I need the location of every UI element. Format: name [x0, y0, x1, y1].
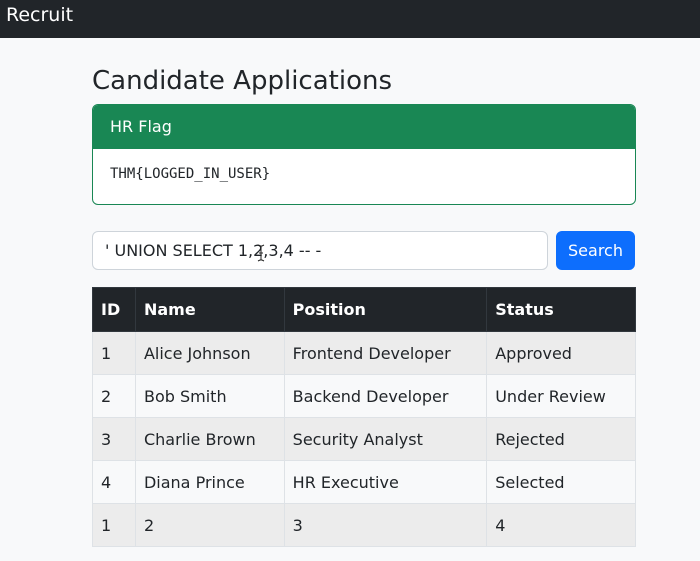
cell-status: Approved [486, 331, 636, 375]
cell-id: 1 [92, 503, 136, 547]
text-cursor-icon [257, 244, 265, 262]
cell-id: 2 [92, 374, 136, 418]
cell-status: Selected [486, 460, 636, 504]
column-header-name: Name [134, 287, 285, 332]
cell-position: Frontend Developer [283, 331, 488, 375]
candidates-table: ID Name Position Status 1 Alice Johnson … [92, 287, 636, 547]
cell-status: Under Review [486, 374, 636, 418]
cell-id: 3 [92, 417, 136, 461]
cell-position: Backend Developer [283, 374, 488, 418]
cell-name: 2 [134, 503, 285, 547]
cell-position: HR Executive [283, 460, 488, 504]
table-row: 4 Diana Prince HR Executive Selected [92, 460, 636, 504]
page-title: Candidate Applications [92, 66, 393, 96]
navbar: Recruit [0, 0, 700, 38]
cell-name: Alice Johnson [134, 331, 285, 375]
column-header-position: Position [283, 287, 488, 332]
cell-name: Charlie Brown [134, 417, 285, 461]
brand-link[interactable]: Recruit [6, 3, 73, 27]
table-row: 1 2 3 4 [92, 503, 636, 547]
column-header-id: ID [92, 287, 136, 332]
table-row: 3 Charlie Brown Security Analyst Rejecte… [92, 417, 636, 461]
cell-status: 4 [486, 503, 636, 547]
table-row: 1 Alice Johnson Frontend Developer Appro… [92, 331, 636, 375]
column-header-status: Status [486, 287, 636, 332]
cell-position: 3 [283, 503, 488, 547]
search-button[interactable]: Search [556, 231, 635, 270]
cell-name: Bob Smith [134, 374, 285, 418]
cell-id: 4 [92, 460, 136, 504]
cell-position: Security Analyst [283, 417, 488, 461]
cell-id: 1 [92, 331, 136, 375]
search-input[interactable] [92, 231, 548, 270]
table-header-row: ID Name Position Status [92, 287, 636, 332]
table-row: 2 Bob Smith Backend Developer Under Revi… [92, 374, 636, 418]
cell-name: Diana Prince [134, 460, 285, 504]
flag-card: HR Flag THM{LOGGED_IN_USER} [92, 104, 636, 205]
flag-value: THM{LOGGED_IN_USER} [110, 166, 271, 182]
flag-card-header: HR Flag [93, 105, 635, 149]
cell-status: Rejected [486, 417, 636, 461]
